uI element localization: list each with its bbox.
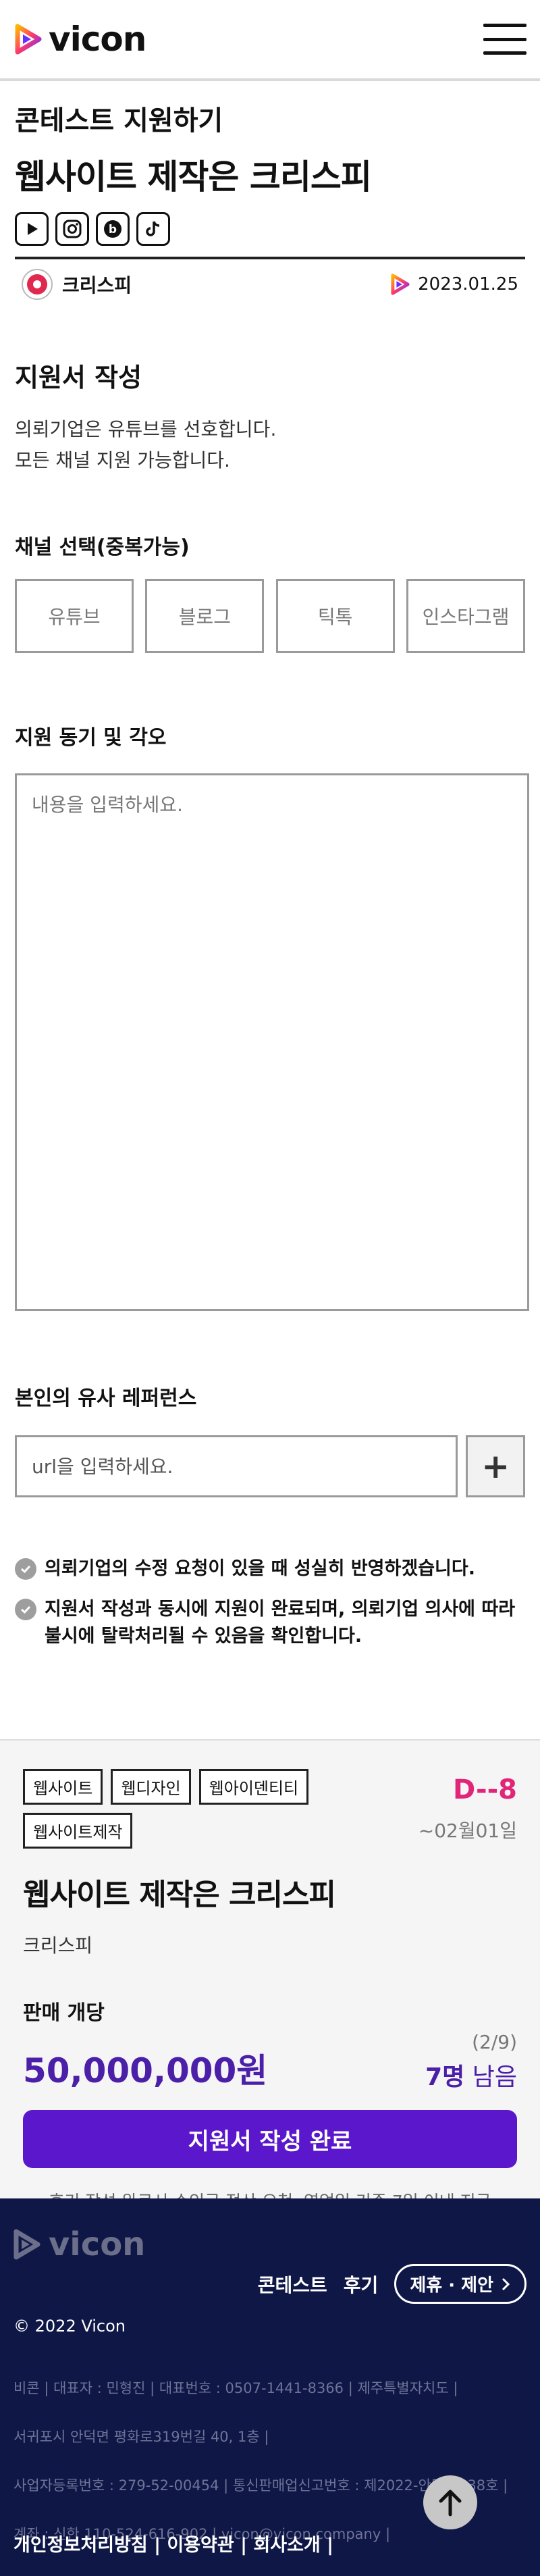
hamburger-icon[interactable] [483, 24, 526, 55]
brand-name: vicon [49, 20, 146, 59]
price-row: 50,000,000원 (2/9) 7명 남음 [23, 2031, 517, 2092]
post-date: 2023.01.25 [391, 274, 518, 295]
add-reference-button[interactable]: + [466, 1435, 525, 1497]
page-title: 웹사이트 제작은 크리스피 [15, 157, 372, 197]
contest-intro: 콘테스트 지원하기 웹사이트 제작은 크리스피 b 크리스피 2023.01.2… [0, 81, 540, 300]
remaining-count: 7명 [425, 2063, 465, 2091]
channel-tiktok[interactable]: 틱톡 [275, 579, 395, 653]
summary-company: 크리스피 [23, 1934, 93, 1957]
partner-button[interactable]: 제휴 · 제안 [394, 2264, 526, 2304]
motive-textarea[interactable] [15, 773, 529, 1311]
contest-summary-panel: 웹사이트 웹디자인 웹아이덴티티 웹사이트제작 D--8 ~02월01일 웹사이… [0, 1739, 540, 2211]
channel-label: 채널 선택(중복가능) [15, 536, 190, 559]
contest-meta: 크리스피 2023.01.25 [15, 259, 525, 300]
blog-icon: b [96, 212, 130, 246]
desc-line-1: 의뢰기업은 유튜브를 선호합니다. [15, 418, 277, 440]
d-day-badge: D--8 [453, 1774, 517, 1805]
info-line: 비콘 | 대표자 : 민형진 | 대표번호 : 0507-1441-8366 |… [14, 2380, 458, 2396]
chevron-right-icon [502, 2277, 510, 2290]
submit-application-button[interactable]: 지원서 작성 완료 [23, 2110, 517, 2168]
vicon-logo-mark-icon [15, 24, 42, 55]
vicon-logo-mark-icon [14, 2229, 40, 2260]
company-info[interactable]: 크리스피 [22, 269, 132, 300]
top-header: vicon [0, 0, 540, 81]
scroll-to-top-button[interactable] [423, 2475, 477, 2529]
quota-ratio: (2/9) [472, 2031, 517, 2053]
quota-remaining: 7명 남음 [425, 2057, 517, 2092]
channel-youtube[interactable]: 유튜브 [15, 579, 134, 653]
copyright: © 2022 Vicon [14, 2317, 126, 2336]
vicon-small-icon [391, 274, 410, 295]
form-title: 지원서 작성 [15, 363, 142, 392]
footer-link-contest[interactable]: 콘테스트 [258, 2271, 327, 2298]
agreement-2-text: 지원서 작성과 동시에 지원이 완료되며, 의뢰기업 의사에 따라 불시에 탈락… [45, 1599, 516, 1647]
site-footer: vicon 콘테스트 후기 제휴 · 제안 © 2022 Vicon 비콘 | … [0, 2198, 540, 2576]
tag[interactable]: 웹디자인 [111, 1769, 191, 1805]
channel-instagram[interactable]: 인스타그램 [406, 579, 525, 653]
tiktok-icon [136, 212, 170, 246]
agreement-1[interactable]: 의뢰기업의 수정 요청이 있을 때 성실히 반영하겠습니다. [15, 1555, 525, 1582]
platform-icon-list: b [15, 212, 525, 246]
partner-label: 제휴 · 제안 [410, 2275, 493, 2296]
footer-policy-links[interactable]: 개인정보처리방침 | 이용약관 | 회사소개 | [14, 2530, 333, 2556]
instagram-icon [55, 212, 89, 246]
post-date-text: 2023.01.25 [418, 274, 518, 294]
check-icon [15, 1558, 36, 1580]
check-icon [15, 1599, 36, 1620]
form-description: 의뢰기업은 유튜브를 선호합니다. 모든 채널 지원 가능합니다. [15, 414, 525, 476]
reference-row: + [15, 1435, 525, 1497]
motive-label: 지원 동기 및 각오 [15, 726, 167, 750]
arrow-up-icon [439, 2490, 462, 2517]
agreement-2[interactable]: 지원서 작성과 동시에 지원이 완료되며, 의뢰기업 의사에 따라 불시에 탈락… [15, 1596, 525, 1650]
footer-link-review[interactable]: 후기 [344, 2271, 379, 2298]
tag[interactable]: 웹아이덴티티 [198, 1769, 309, 1805]
quota: (2/9) 7명 남음 [425, 2031, 517, 2092]
company-name: 크리스피 [62, 274, 132, 297]
youtube-icon [15, 212, 49, 246]
deadline-date: ~02월01일 [418, 1820, 517, 1842]
agreement-1-text: 의뢰기업의 수정 요청이 있을 때 성실히 반영하겠습니다. [45, 1558, 475, 1579]
application-form: 지원서 작성 의뢰기업은 유튜브를 선호합니다. 모든 채널 지원 가능합니다.… [0, 357, 540, 1650]
sale-label: 판매 개당 [23, 2001, 105, 2025]
tag[interactable]: 웹사이트 [23, 1769, 103, 1805]
reference-label: 본인의 유사 레퍼런스 [15, 1387, 197, 1410]
channel-blog[interactable]: 블로그 [145, 579, 265, 653]
company-avatar [22, 269, 53, 300]
desc-line-2: 모든 채널 지원 가능합니다. [15, 449, 230, 471]
svg-text:b: b [109, 223, 117, 236]
summary-title: 웹사이트 제작은 크리스피 [23, 1878, 336, 1912]
page-category: 콘테스트 지원하기 [15, 105, 223, 136]
vicon-logo[interactable]: vicon [15, 20, 146, 59]
tag-list: 웹사이트 웹디자인 웹아이덴티티 웹사이트제작 [23, 1769, 374, 1849]
tag[interactable]: 웹사이트제작 [23, 1813, 133, 1849]
company-info-text: 비콘 | 대표자 : 민형진 | 대표번호 : 0507-1441-8366 |… [14, 2364, 508, 2558]
price: 50,000,000원 [23, 2051, 268, 2090]
footer-nav: 콘테스트 후기 제휴 · 제안 [258, 2264, 526, 2304]
info-line: 서귀포시 안덕면 평화로319번길 40, 1층 | [14, 2429, 269, 2445]
reference-url-input[interactable] [15, 1435, 458, 1497]
footer-brand-name: vicon [49, 2225, 146, 2263]
remaining-word: 남음 [472, 2063, 517, 2091]
footer-logo[interactable]: vicon [14, 2225, 526, 2263]
channel-options: 유튜브 블로그 틱톡 인스타그램 [15, 579, 525, 653]
